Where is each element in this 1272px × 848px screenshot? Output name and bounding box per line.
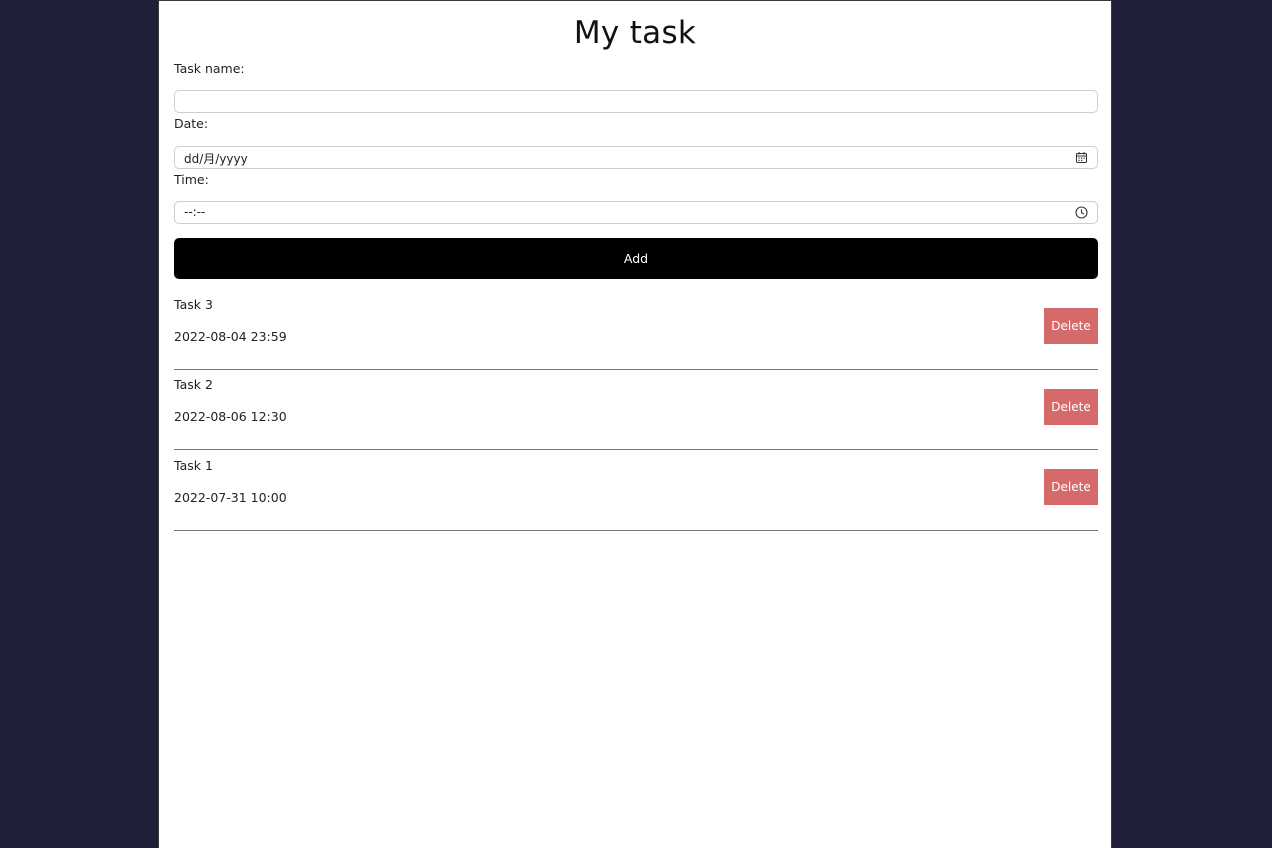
add-button[interactable]: Add — [174, 238, 1098, 279]
date-input[interactable]: dd/月/yyyy — [174, 146, 1098, 169]
task-name: Task 2 — [174, 377, 213, 392]
delete-button[interactable]: Delete — [1044, 469, 1098, 505]
delete-button[interactable]: Delete — [1044, 389, 1098, 425]
time-placeholder: --:-- — [184, 205, 206, 219]
task-item: Task 1 2022-07-31 10:00 Delete — [174, 451, 1098, 531]
clock-icon[interactable] — [1075, 206, 1088, 219]
task-item: Task 3 2022-08-04 23:59 Delete — [174, 290, 1098, 370]
task-name: Task 3 — [174, 297, 213, 312]
task-name-input[interactable] — [174, 90, 1098, 113]
task-name: Task 1 — [174, 458, 213, 473]
task-app-panel: My task Task name: Date: dd/月/yyyy Time:… — [158, 0, 1112, 848]
task-name-label: Task name: — [174, 61, 245, 76]
task-datetime: 2022-08-06 12:30 — [174, 409, 287, 424]
time-label: Time: — [174, 172, 209, 187]
date-placeholder: dd/月/yyyy — [184, 152, 248, 166]
task-datetime: 2022-08-04 23:59 — [174, 329, 287, 344]
task-item: Task 2 2022-08-06 12:30 Delete — [174, 370, 1098, 450]
calendar-icon[interactable] — [1075, 151, 1088, 164]
page-title: My task — [573, 15, 697, 51]
time-input[interactable]: --:-- — [174, 201, 1098, 224]
date-label: Date: — [174, 116, 209, 131]
task-datetime: 2022-07-31 10:00 — [174, 490, 287, 505]
delete-button[interactable]: Delete — [1044, 308, 1098, 344]
